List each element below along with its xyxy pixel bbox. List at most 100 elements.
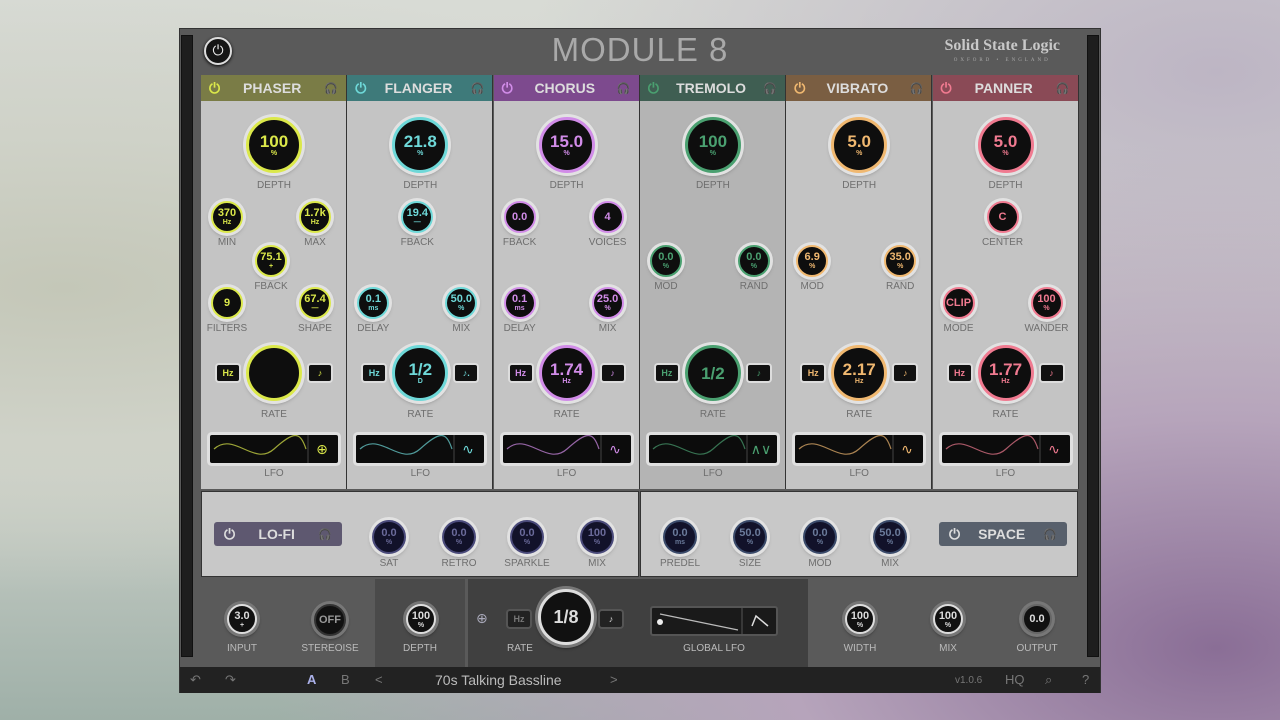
rate-sync-button[interactable]: ♪. — [455, 365, 478, 381]
knob-center[interactable]: C — [986, 201, 1019, 233]
knob-mod[interactable]: 0.0% — [649, 245, 682, 277]
rate-sync-button[interactable]: ♪ — [1040, 365, 1063, 381]
preset-name[interactable]: 70s Talking Bassline — [435, 672, 562, 688]
lofi-knob-sat[interactable]: 0.0% — [372, 520, 406, 554]
global-lfo-display[interactable] — [650, 606, 778, 636]
headphones-icon[interactable]: 🎧 — [617, 82, 631, 95]
lfo-display[interactable]: ∿ — [502, 435, 631, 463]
power-icon[interactable]: ⏻ — [949, 526, 960, 543]
space-knob-mix[interactable]: 50.0% — [873, 520, 907, 554]
space-knob-predel[interactable]: 0.0 ms — [663, 520, 697, 554]
knob-filters[interactable]: 9 — [211, 287, 243, 319]
rate-hz-button[interactable]: Hz — [508, 611, 530, 627]
headphones-icon[interactable]: 🎧 — [1056, 82, 1070, 95]
version-label: v1.0.6 — [955, 675, 983, 686]
output-knob[interactable]: 0.0 — [1022, 604, 1052, 634]
rate-hz-button[interactable]: Hz — [363, 365, 386, 381]
depth-knob[interactable]: 21.8% — [392, 117, 449, 173]
lofi-header[interactable]: ⏻ LO-FI 🎧 — [214, 522, 342, 546]
headphones-icon[interactable]: 🎧 — [1043, 528, 1057, 541]
preset-a-button[interactable]: A — [307, 672, 316, 687]
rate-hz-button[interactable]: Hz — [655, 365, 678, 381]
rate-knob[interactable]: 2.17 Hz — [831, 345, 888, 401]
master-power-button[interactable]: ⏻ — [204, 37, 232, 65]
lfo-display[interactable]: ∿ — [356, 435, 485, 463]
knob-min[interactable]: 370 Hz — [211, 201, 243, 233]
power-icon[interactable]: ⏻ — [648, 80, 659, 97]
preset-b-button[interactable]: B — [341, 672, 350, 687]
knob-mod[interactable]: 6.9% — [796, 245, 829, 277]
lfo-display[interactable]: ⊕ — [210, 435, 338, 463]
knob-voices[interactable]: 4 — [591, 201, 624, 233]
stereoise-knob[interactable]: OFF — [314, 604, 346, 636]
headphones-icon[interactable]: 🎧 — [763, 82, 777, 95]
width-knob[interactable]: 100% — [845, 604, 875, 634]
rate-sync-button[interactable]: ♪ — [600, 611, 622, 627]
undo-button[interactable]: ↶ — [190, 672, 201, 688]
knob-max[interactable]: 1.7k Hz — [299, 201, 331, 233]
rate-knob[interactable] — [246, 345, 302, 401]
power-icon[interactable]: ⏻ — [224, 526, 235, 543]
globe-icon[interactable]: ⊕ — [476, 611, 488, 627]
power-icon[interactable]: ⏻ — [794, 80, 805, 97]
rate-knob[interactable]: 1/2 — [684, 345, 741, 401]
lofi-knob-mix[interactable]: 100% — [580, 520, 614, 554]
headphones-icon[interactable]: 🎧 — [909, 82, 923, 95]
space-knob-mod[interactable]: 0.0% — [803, 520, 837, 554]
rate-knob[interactable]: 1.74 Hz — [538, 345, 595, 401]
rate-hz-button[interactable]: Hz — [217, 365, 239, 381]
knob-wander[interactable]: 100% — [1030, 287, 1063, 319]
knob-fback[interactable]: 19.4— — [401, 201, 434, 233]
rate-sync-button[interactable]: ♪ — [747, 365, 770, 381]
rate-knob[interactable]: 1.77 Hz — [977, 345, 1034, 401]
knob-fback[interactable]: 75.1 + — [255, 245, 287, 277]
mix-knob[interactable]: 100% — [933, 604, 963, 634]
knob-rand[interactable]: 35.0% — [884, 245, 917, 277]
knob-delay[interactable]: 0.1 ms — [503, 287, 536, 319]
lfo-display[interactable]: ∿ — [941, 435, 1070, 463]
headphones-icon[interactable]: 🎧 — [471, 82, 485, 95]
redo-button[interactable]: ↷ — [225, 672, 236, 688]
headphones-icon[interactable]: 🎧 — [318, 528, 332, 541]
global-rate-knob[interactable]: 1/8 — [538, 589, 594, 645]
input-knob[interactable]: 3.0 + — [227, 604, 257, 634]
depth-knob[interactable]: 5.0% — [977, 117, 1034, 173]
knob-delay[interactable]: 0.1 ms — [357, 287, 390, 319]
lfo-display[interactable]: ∧∨ — [648, 435, 777, 463]
rate-knob[interactable]: 1/2 D — [392, 345, 449, 401]
search-icon[interactable]: ⌕ — [1045, 672, 1052, 688]
module-header: ⏻ TREMOLO 🎧 — [639, 75, 785, 101]
next-preset-button[interactable]: > — [610, 672, 618, 687]
power-icon[interactable]: ⏻ — [502, 80, 513, 97]
rate-sync-button[interactable]: ♪ — [601, 365, 624, 381]
lofi-knob-sparkle[interactable]: 0.0% — [510, 520, 544, 554]
help-button[interactable]: ? — [1082, 672, 1089, 687]
module-chorus: ⏻ CHORUS 🎧 15.0% DEPTH 0.0 FBACK 4 VOICES 0.1 ms… — [493, 75, 640, 489]
rate-hz-button[interactable]: Hz — [509, 365, 532, 381]
rate-hz-button[interactable]: Hz — [802, 365, 825, 381]
depth-knob[interactable]: 5.0% — [831, 117, 888, 173]
rate-sync-button[interactable]: ♪ — [894, 365, 917, 381]
rate-hz-button[interactable]: Hz — [948, 365, 971, 381]
lofi-knob-retro[interactable]: 0.0% — [442, 520, 476, 554]
power-icon[interactable]: ⏻ — [355, 80, 366, 97]
power-icon[interactable]: ⏻ — [941, 80, 952, 97]
knob-fback[interactable]: 0.0 — [503, 201, 536, 233]
global-depth-knob[interactable]: 100% — [406, 604, 436, 634]
rate-sync-button[interactable]: ♪ — [309, 365, 331, 381]
knob-rand[interactable]: 0.0% — [737, 245, 770, 277]
space-header[interactable]: ⏻ SPACE 🎧 — [939, 522, 1067, 546]
knob-mode[interactable]: CLIP — [942, 287, 975, 319]
power-icon[interactable]: ⏻ — [209, 80, 220, 97]
depth-knob[interactable]: 15.0% — [538, 117, 595, 173]
headphones-icon[interactable]: 🎧 — [324, 82, 338, 95]
depth-knob[interactable]: 100% — [684, 117, 741, 173]
knob-shape[interactable]: 67.4— — [299, 287, 331, 319]
lfo-display[interactable]: ∿ — [795, 435, 924, 463]
space-knob-size[interactable]: 50.0% — [733, 520, 767, 554]
knob-mix[interactable]: 50.0% — [445, 287, 478, 319]
hq-button[interactable]: HQ — [1005, 672, 1025, 687]
knob-mix[interactable]: 25.0% — [591, 287, 624, 319]
depth-knob[interactable]: 100% — [246, 117, 302, 173]
prev-preset-button[interactable]: < — [375, 672, 383, 687]
